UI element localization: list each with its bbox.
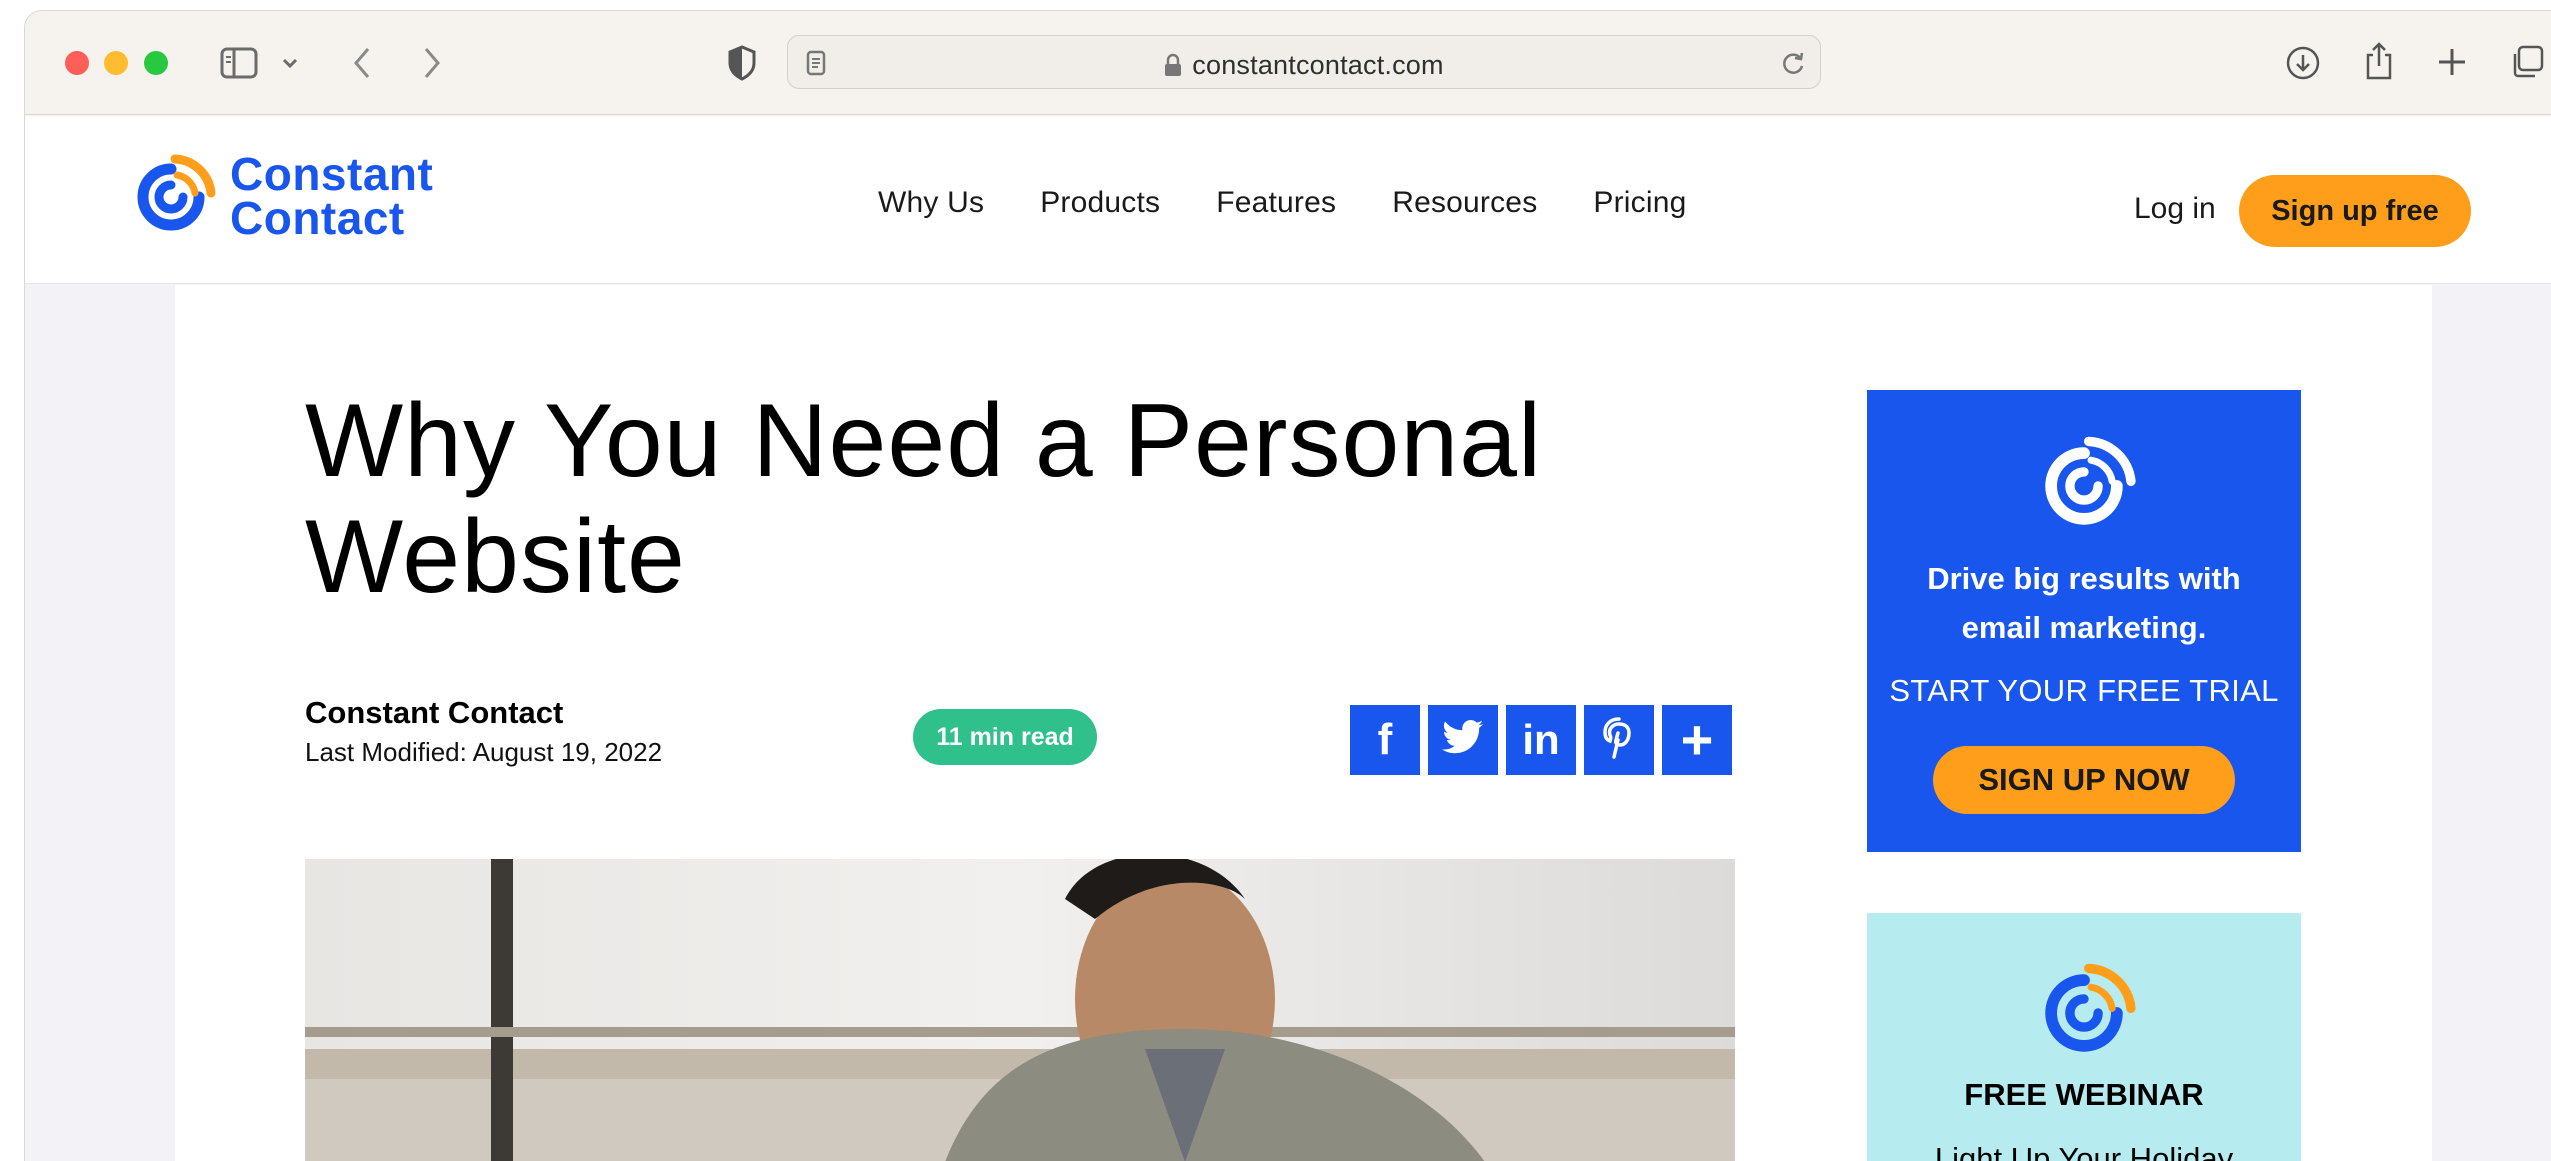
tab-overview-icon[interactable] <box>2509 43 2545 81</box>
article-title: Why You Need a Personal Website <box>305 383 1543 615</box>
email-marketing-ad[interactable]: Drive big results with email marketing. … <box>1867 390 2301 852</box>
constant-contact-logo-icon[interactable] <box>125 151 217 243</box>
nav-why-us[interactable]: Why Us <box>878 186 984 220</box>
back-icon[interactable] <box>347 45 377 81</box>
address-bar[interactable]: constantcontact.com <box>787 35 1821 89</box>
twitter-share-button[interactable] <box>1428 705 1498 775</box>
sidebar-icon[interactable] <box>219 45 259 81</box>
more-share-button[interactable]: + <box>1662 705 1732 775</box>
read-time-badge: 11 min read <box>913 709 1097 765</box>
ad-headline: Drive big results with email marketing. <box>1927 561 2241 645</box>
facebook-share-button[interactable]: f <box>1350 705 1420 775</box>
plus-icon: + <box>1680 708 1714 771</box>
linkedin-icon: in <box>1522 716 1560 763</box>
linkedin-share-button[interactable]: in <box>1506 705 1576 775</box>
webinar-logo-icon <box>2030 959 2138 1067</box>
facebook-icon: f <box>1377 715 1393 764</box>
lock-icon <box>1164 53 1182 84</box>
browser-window: constantcontact.com Constant Contact Why… <box>24 10 2551 1161</box>
sign-up-now-button[interactable]: SIGN UP NOW <box>1933 746 2235 814</box>
pinterest-icon <box>1601 716 1637 765</box>
nav-features[interactable]: Features <box>1216 186 1336 220</box>
zoom-window-button[interactable] <box>144 51 168 75</box>
twitter-icon <box>1441 719 1485 762</box>
article-author[interactable]: Constant Contact <box>305 695 563 731</box>
reload-icon[interactable] <box>1778 48 1808 78</box>
site-header: Constant Contact Why Us Products Feature… <box>25 116 2551 284</box>
login-link[interactable]: Log in <box>2134 192 2216 226</box>
logo-line2: Contact <box>230 192 405 244</box>
privacy-shield-icon[interactable] <box>725 44 759 82</box>
ad-subhead: START YOUR FREE TRIAL <box>1889 673 2279 708</box>
article-container: Why You Need a Personal Website Constant… <box>175 285 2432 1161</box>
nav-resources[interactable]: Resources <box>1392 186 1537 220</box>
url-label: constantcontact.com <box>1192 50 1444 80</box>
ad-logo-icon <box>2030 432 2138 540</box>
download-icon[interactable] <box>2285 44 2321 82</box>
chevron-down-icon[interactable] <box>279 53 301 73</box>
signup-button[interactable]: Sign up free <box>2239 175 2471 247</box>
browser-toolbar: constantcontact.com <box>25 11 2551 115</box>
minimize-window-button[interactable] <box>104 51 128 75</box>
logo-wordmark[interactable]: Constant Contact <box>230 148 434 244</box>
article-hero-image <box>305 859 1735 1161</box>
pinterest-share-button[interactable] <box>1584 705 1654 775</box>
webinar-headline: FREE WEBINAR <box>1964 1077 2204 1112</box>
main-nav: Why Us Products Features Resources Prici… <box>878 186 1743 220</box>
webinar-ad[interactable]: FREE WEBINAR Light Up Your Holiday <box>1867 913 2301 1161</box>
forward-icon[interactable] <box>417 45 447 81</box>
article-modified-date: Last Modified: August 19, 2022 <box>305 737 663 767</box>
new-tab-icon[interactable] <box>2435 45 2469 79</box>
nav-pricing[interactable]: Pricing <box>1593 186 1686 220</box>
nav-products[interactable]: Products <box>1040 186 1160 220</box>
logo-line1: Constant <box>230 148 434 200</box>
url-text: constantcontact.com <box>788 50 1820 84</box>
webinar-subhead: Light Up Your Holiday <box>1934 1141 2234 1161</box>
close-window-button[interactable] <box>65 51 89 75</box>
share-icon[interactable] <box>2362 39 2396 83</box>
